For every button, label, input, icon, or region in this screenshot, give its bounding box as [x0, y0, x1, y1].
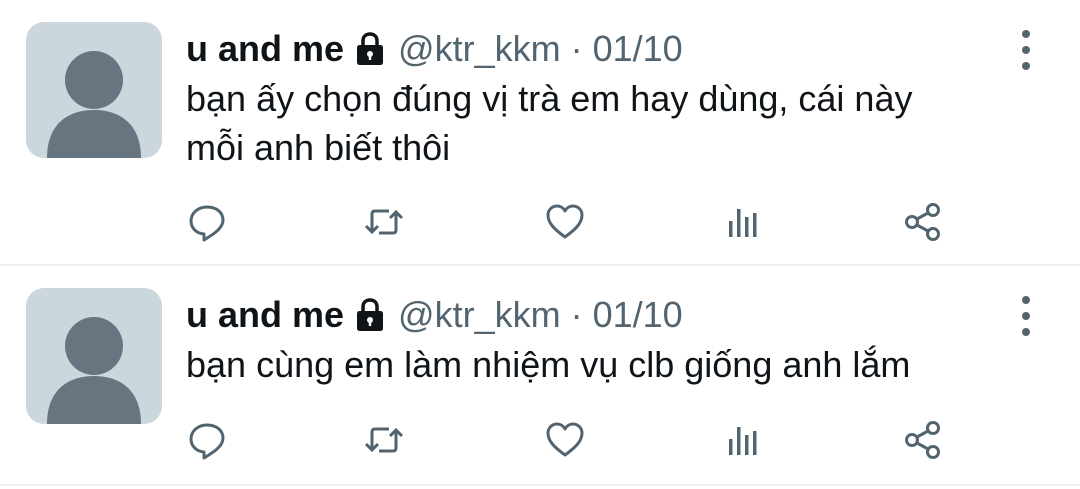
tweet-actions [0, 410, 1080, 470]
lock-icon [354, 31, 386, 67]
tweet-header: u and me @ktr_kkm · 01/10 [186, 292, 683, 338]
lock-icon [354, 297, 386, 333]
more-options-icon[interactable] [1014, 30, 1038, 70]
like-icon[interactable] [535, 410, 595, 470]
more-options-icon[interactable] [1014, 296, 1038, 336]
author-name[interactable]: u and me [186, 26, 344, 72]
author-handle[interactable]: @ktr_kkm [398, 26, 561, 72]
like-icon[interactable] [535, 192, 595, 252]
tweet-text-line: bạn cùng em làm nhiệm vụ clb giống anh l… [186, 344, 911, 385]
share-icon[interactable] [893, 410, 953, 470]
tweet-text: bạn cùng em làm nhiệm vụ clb giống anh l… [186, 340, 1026, 389]
tweet-header: u and me @ktr_kkm · 01/10 [186, 26, 683, 72]
reply-icon[interactable] [177, 192, 237, 252]
share-icon[interactable] [893, 192, 953, 252]
reply-icon[interactable] [177, 410, 237, 470]
tweet-date[interactable]: 01/10 [593, 292, 683, 338]
separator-dot: · [570, 294, 583, 335]
tweet-actions [0, 192, 1080, 252]
divider [0, 484, 1080, 486]
tweet-text-line: mỗi anh biết thôi [186, 127, 451, 168]
author-name[interactable]: u and me [186, 292, 344, 338]
avatar[interactable] [26, 22, 162, 158]
tweet[interactable]: u and me @ktr_kkm · 01/10 bạn ấy chọn đú… [0, 0, 1080, 264]
separator-dot: · [570, 28, 583, 69]
tweet-text: bạn ấy chọn đúng vị trà em hay dùng, cái… [186, 74, 1026, 172]
analytics-icon[interactable] [712, 192, 772, 252]
default-profile-icon [47, 317, 141, 424]
retweet-icon[interactable] [354, 192, 414, 252]
retweet-icon[interactable] [354, 410, 414, 470]
analytics-icon[interactable] [712, 410, 772, 470]
author-handle[interactable]: @ktr_kkm [398, 292, 561, 338]
default-profile-icon [47, 51, 141, 158]
avatar[interactable] [26, 288, 162, 424]
tweet-date[interactable]: 01/10 [593, 26, 683, 72]
tweet-text-line: bạn ấy chọn đúng vị trà em hay dùng, cái… [186, 78, 913, 119]
